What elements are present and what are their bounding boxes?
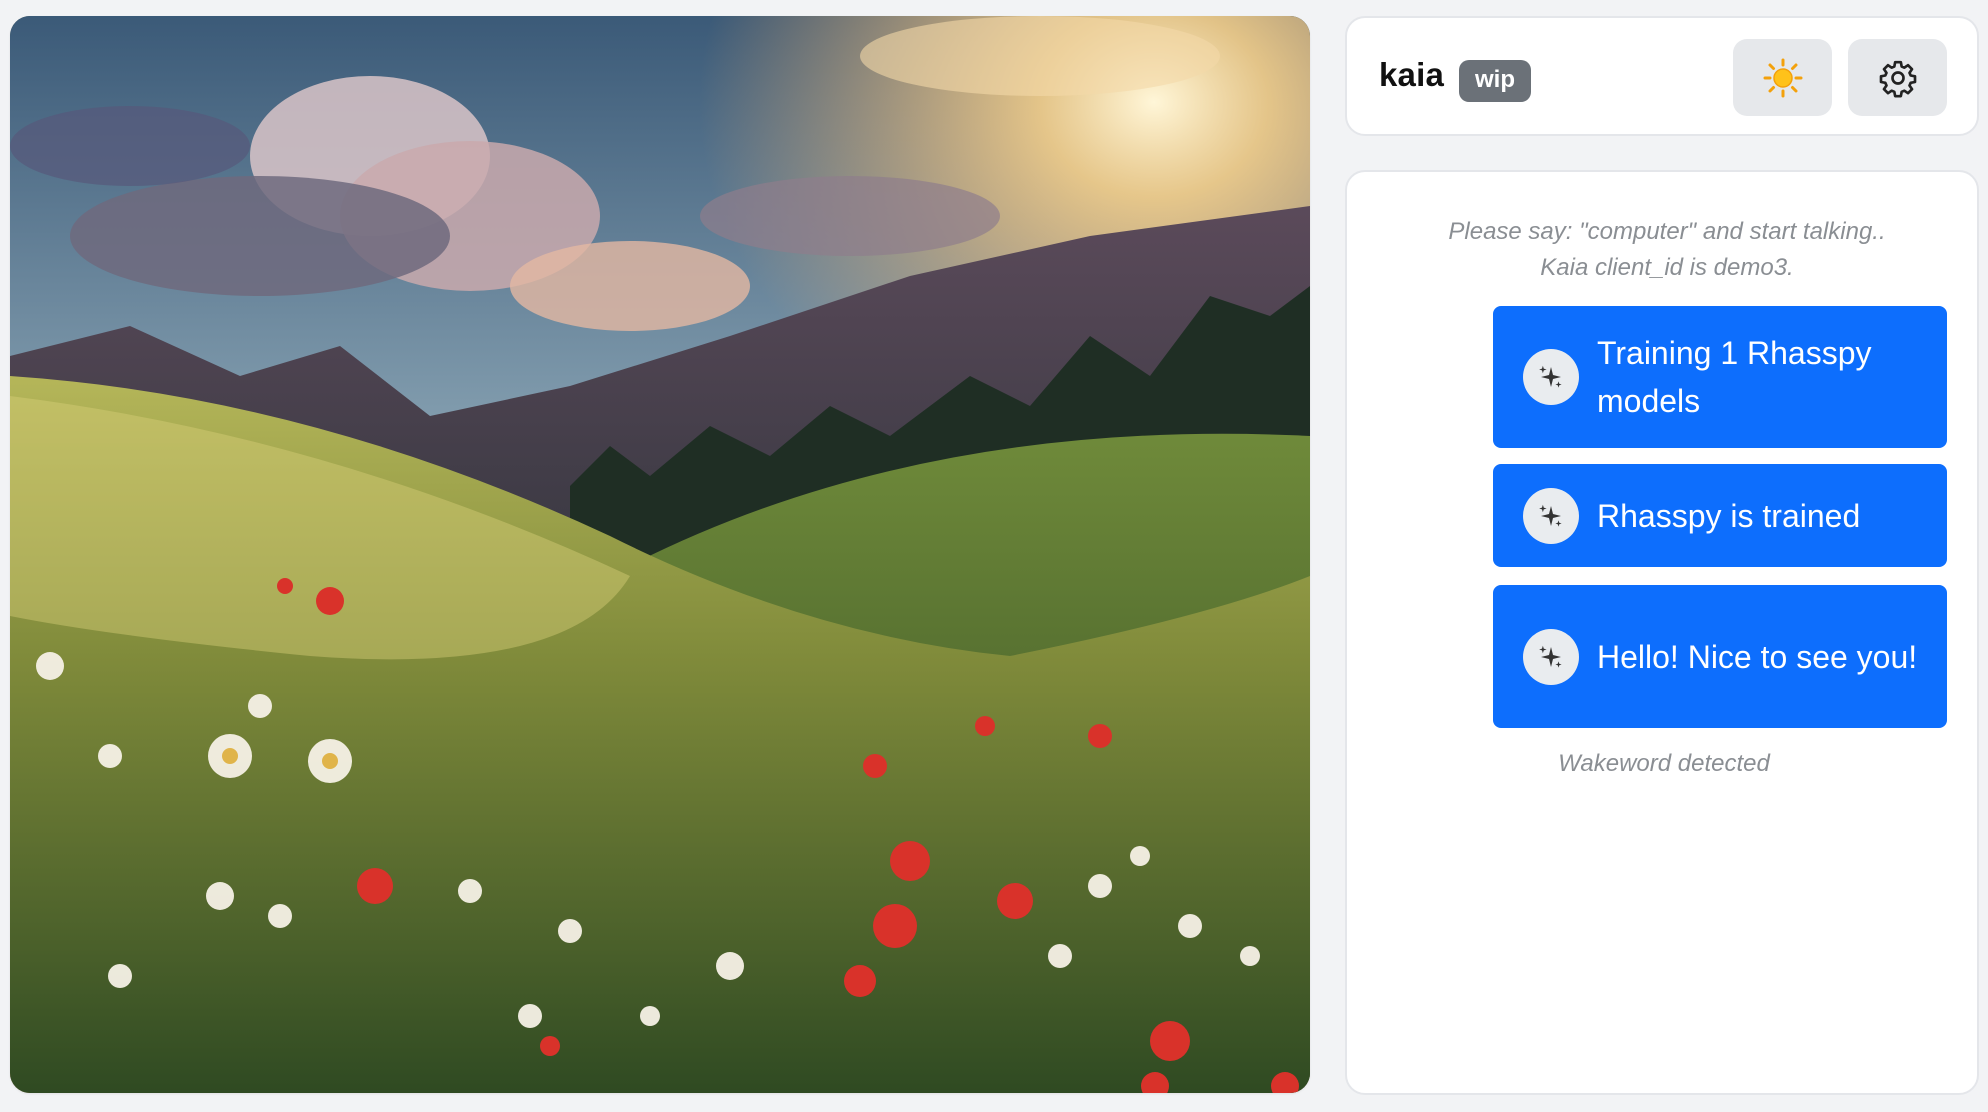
sun-icon [1763,58,1802,97]
intro-hint: Please say: "computer" and start talking… [1448,218,1886,281]
gear-icon [1879,60,1916,97]
message-text: Training 1 Rhasspy models [1597,335,1872,419]
message-text: Rhasspy is trained [1597,497,1861,534]
sparkles-icon [1539,504,1562,527]
theme-toggle-button[interactable] [1733,39,1832,116]
sparkles-icon [1539,365,1562,388]
chat-message: Training 1 Rhasspy models [1493,306,1947,448]
chat-message: Rhasspy is trained [1493,464,1947,567]
app-root: kaia wip Please say: "computer" and star… [0,0,1988,1112]
assistant-avatar [1523,487,1579,544]
message-text: Hello! Nice to see you! [1597,638,1918,675]
wakeword-status: Wakeword detected [1558,750,1770,777]
assistant-avatar [1523,628,1579,685]
settings-button[interactable] [1848,39,1947,116]
status-badge: wip [1459,60,1531,102]
header-bar: kaia wip [1345,16,1979,136]
chat-panel: Please say: "computer" and start talking… [1345,170,1979,1095]
app-title: kaia [1379,56,1445,93]
chat-message: Hello! Nice to see you! [1493,585,1947,728]
meadow-landscape-picture [10,16,1310,1093]
scenery-image [10,16,1310,1093]
sparkles-icon [1539,645,1562,668]
assistant-avatar [1523,349,1579,405]
